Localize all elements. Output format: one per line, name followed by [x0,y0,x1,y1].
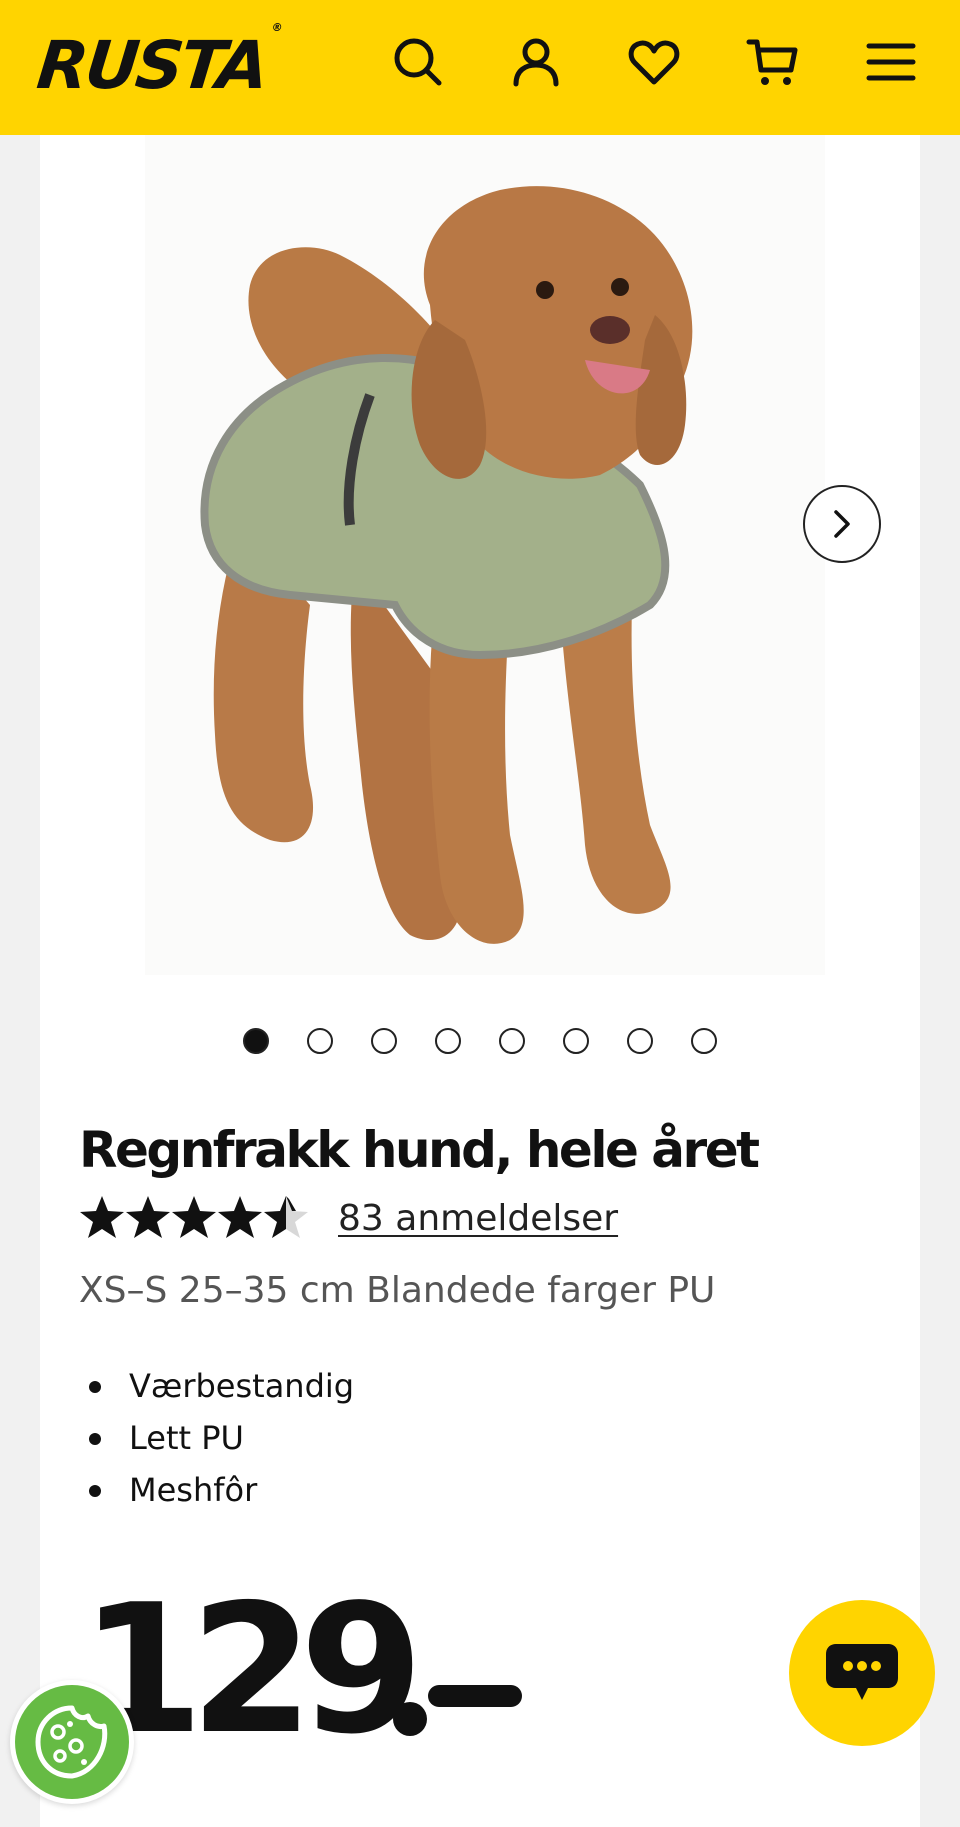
carousel-dot[interactable] [371,1028,397,1054]
carousel-dot[interactable] [563,1028,589,1054]
feature-item: Værbestandig [79,1360,354,1412]
carousel-dot[interactable] [307,1028,333,1054]
rusta-logo[interactable]: RUSTA® [34,21,284,104]
product-gallery[interactable] [40,135,920,1005]
heart-icon[interactable] [622,30,686,94]
carousel-dot[interactable] [435,1028,461,1054]
cookie-badge [15,1685,129,1799]
carousel-dot[interactable] [499,1028,525,1054]
star-icon [80,1196,124,1238]
star-icon [218,1196,262,1238]
menu-icon[interactable] [859,30,923,94]
feature-item: Meshfôr [79,1464,354,1516]
variant-description: XS–S 25–35 cm Blandede farger PU [79,1270,716,1311]
feature-item: Lett PU [79,1412,354,1464]
chevron-right-icon [834,510,850,538]
cart-icon[interactable] [741,30,805,94]
rating-stars[interactable] [79,1194,309,1244]
star-icon [172,1196,216,1238]
feature-list: Værbestandig Lett PU Meshfôr [79,1360,354,1516]
star-icon [126,1196,170,1238]
chat-bubble-icon [826,1644,898,1700]
carousel-dot[interactable] [627,1028,653,1054]
product-image[interactable] [40,135,920,1005]
product-title: Regnfrakk hund, hele året [79,1121,760,1179]
carousel-dot[interactable] [691,1028,717,1054]
chat-button[interactable] [789,1600,935,1746]
reviews-link[interactable]: 83 anmeldelser [338,1194,618,1244]
carousel-dot[interactable] [243,1028,269,1054]
cookie-icon [35,1705,108,1779]
next-image-button[interactable] [803,485,881,563]
account-icon[interactable] [504,30,568,94]
search-icon[interactable] [386,30,450,94]
cookie-settings-button[interactable] [10,1680,134,1804]
half-star-icon [264,1196,308,1238]
price-dash-mark [393,1685,522,1736]
site-header: RUSTA® [0,0,960,135]
